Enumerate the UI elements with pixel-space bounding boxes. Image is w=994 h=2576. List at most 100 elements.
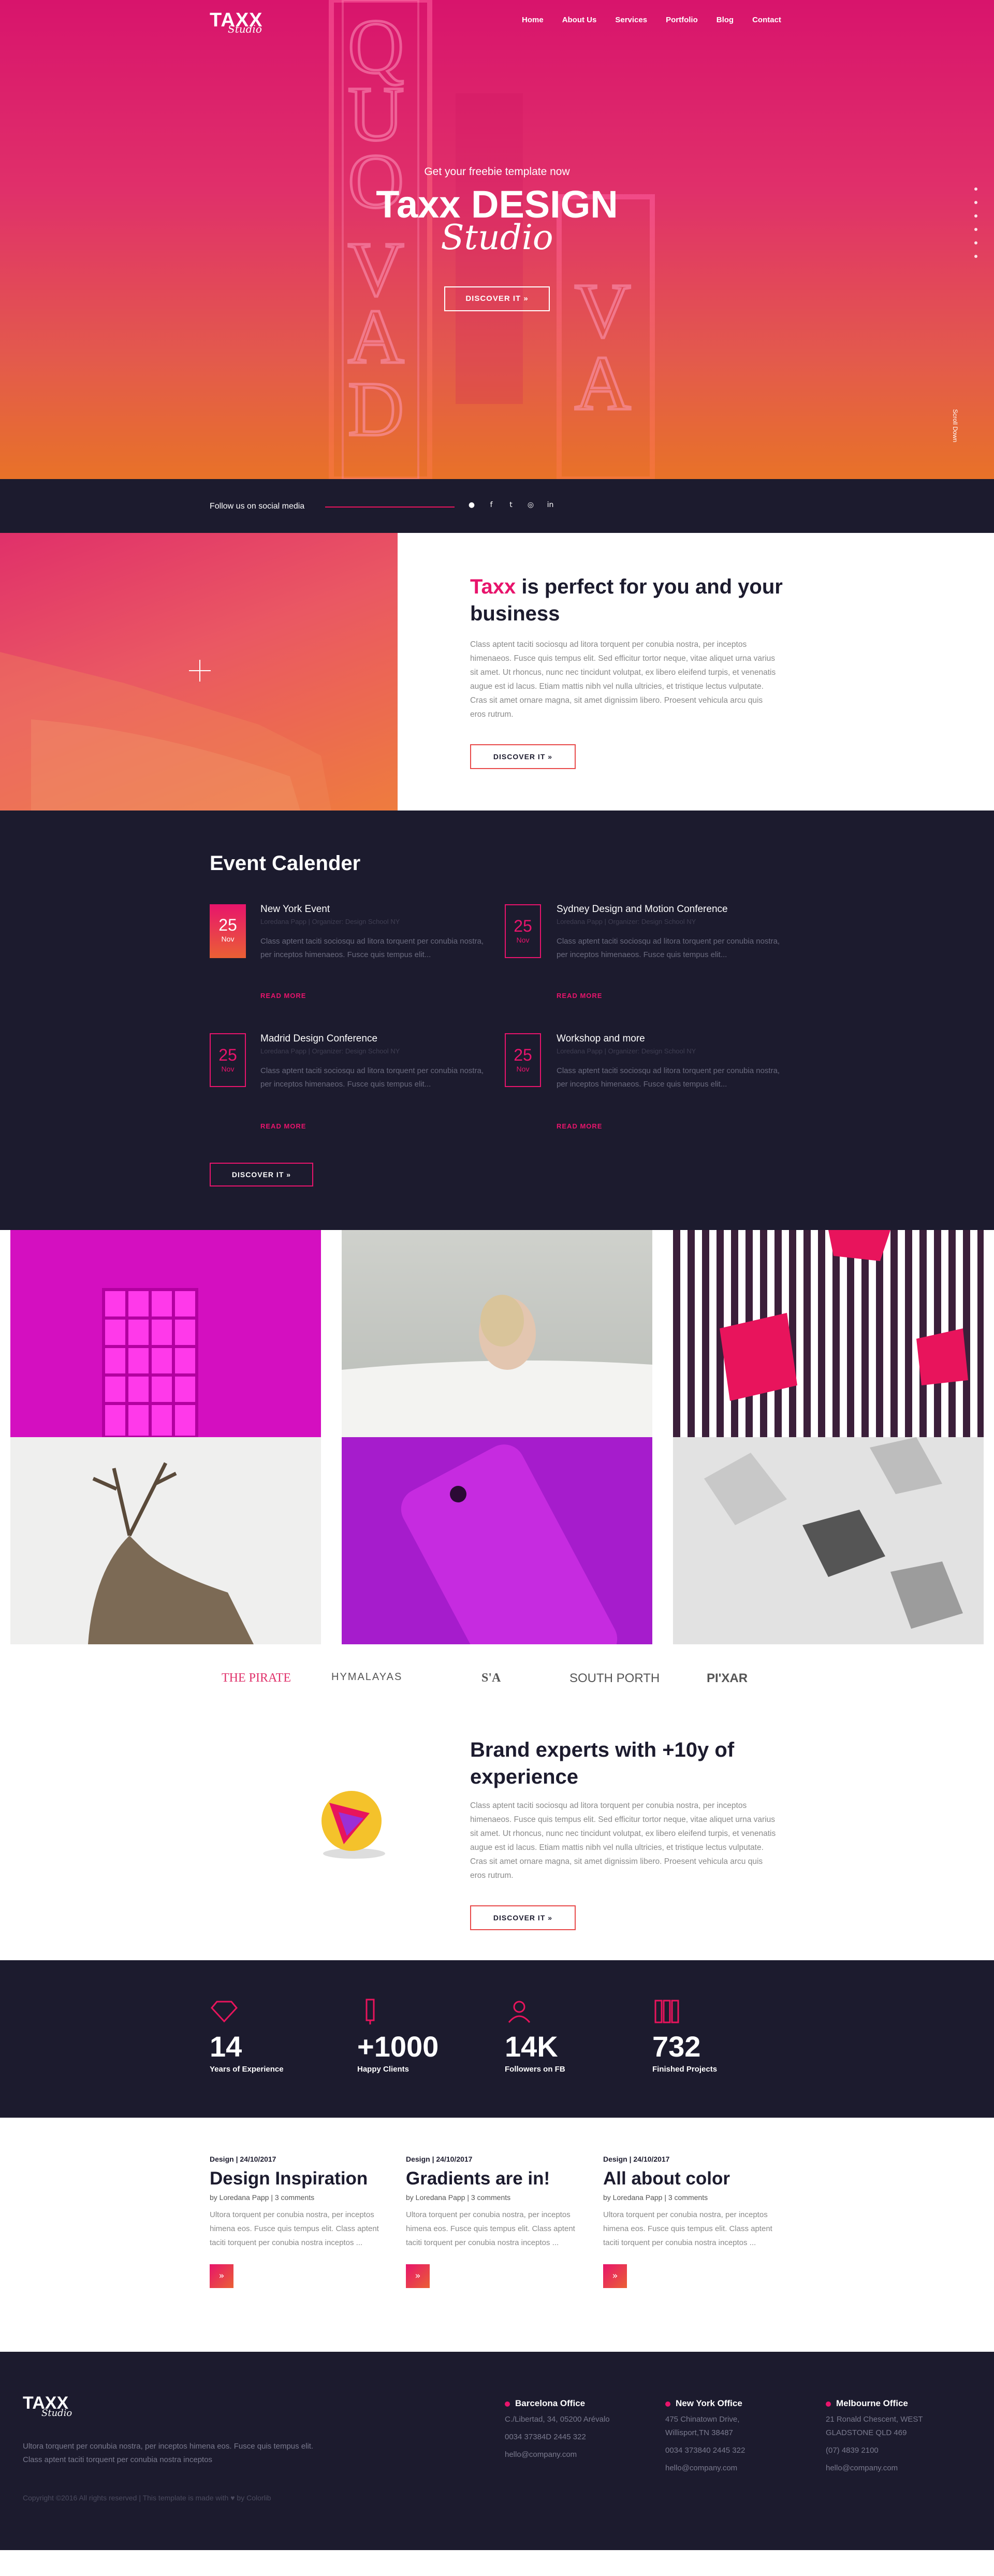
events-title: Event Calender [210, 852, 361, 875]
books-icon [654, 2000, 679, 2023]
event-title[interactable]: Workshop and more [557, 1033, 645, 1045]
events-discover-button[interactable]: DISCOVER IT » [210, 1163, 313, 1186]
footer-logo-script: Studio [41, 2408, 72, 2419]
about-title: Taxx is perfect for you and your busines… [470, 575, 783, 625]
brand-logo-pixar: PI'XAR [707, 1671, 748, 1685]
post-title[interactable]: Design Inspiration [210, 2168, 386, 2189]
brand-text: Class aptent taciti sociosqu ad litora t… [470, 1801, 776, 1880]
slider-dot[interactable] [974, 187, 977, 191]
brand-discover-label: DISCOVER IT [493, 1914, 546, 1922]
event-read-more[interactable]: READ MORE [260, 1122, 306, 1130]
pen-icon [366, 1999, 375, 2024]
about-discover-button[interactable]: DISCOVER IT » [470, 744, 576, 769]
blog-post: Design | 24/10/2017 Design Inspiration b… [210, 2155, 386, 2288]
stat-followers: 14K Followers on FB [505, 1996, 634, 2074]
event-text: Class aptent taciti sociosqu ad litora t… [557, 1066, 780, 1089]
gallery-item-stripes[interactable] [673, 1230, 984, 1437]
brand-logo-pirate: THE PIRATE [222, 1671, 291, 1685]
instagram-icon[interactable]: ◎ [527, 501, 535, 509]
event-date-badge: 25 Nov [505, 904, 541, 958]
event-title[interactable]: Sydney Design and Motion Conference [557, 904, 728, 915]
brands-section: THE PIRATE HYMALAYAS S'A SOUTH PORTH PI'… [0, 1644, 994, 1717]
brand-3d-logo [321, 1791, 385, 1859]
footer-copyright: Copyright ©2016 All rights reserved | Th… [23, 2494, 271, 2502]
nav-contact[interactable]: Contact [752, 16, 781, 24]
event-meta: Loredana Papp | Organizer: Design School… [557, 1047, 696, 1055]
read-more-button[interactable]: » [406, 2264, 430, 2288]
brand-logo-sa: S'A [481, 1671, 501, 1685]
brand-title: Brand experts with +10y of experience [470, 1739, 735, 1788]
hero-discover-label: DISCOVER IT [465, 294, 521, 303]
slider-dot[interactable] [974, 241, 977, 244]
event-date-badge: 25 Nov [210, 904, 246, 958]
gallery-item-woman[interactable] [342, 1230, 652, 1437]
nav-blog[interactable]: Blog [717, 16, 734, 24]
social-bar: Follow us on social media ● f t ◎ in [0, 479, 994, 533]
scroll-down[interactable]: Scroll Down [952, 409, 959, 451]
social-divider [325, 506, 455, 508]
stat-number: +1000 [357, 2030, 439, 2063]
nav-portfolio[interactable]: Portfolio [666, 16, 698, 24]
event-text: Class aptent taciti sociosqu ad litora t… [260, 937, 484, 959]
pinterest-icon[interactable]: ● [467, 501, 476, 509]
read-more-button[interactable]: » [603, 2264, 627, 2288]
post-excerpt: Ultora torquent per conubia nostra, per … [406, 2210, 575, 2247]
stat-projects: 732 Finished Projects [652, 1996, 782, 2074]
hero-discover-button[interactable]: DISCOVER IT » [444, 286, 550, 311]
stat-number: 14 [210, 2030, 242, 2063]
gallery-item-cubes[interactable] [673, 1437, 984, 1644]
event-title[interactable]: New York Event [260, 904, 330, 915]
read-more-button[interactable]: » [210, 2264, 233, 2288]
event-read-more[interactable]: READ MORE [557, 1122, 602, 1130]
user-icon [508, 2001, 531, 2023]
stat-label: Years of Experience [210, 2065, 284, 2074]
office-new-york: New York Office 475 Chinatown Drive, Wil… [665, 2398, 784, 2475]
slider-dots[interactable] [974, 187, 980, 268]
stat-clients: +1000 Happy Clients [357, 1996, 487, 2074]
slider-dot[interactable] [974, 201, 977, 204]
event-meta: Loredana Papp | Organizer: Design School… [260, 1047, 400, 1055]
slider-dot[interactable] [974, 214, 977, 218]
about-discover-label: DISCOVER IT [493, 752, 546, 761]
portfolio-gallery [0, 1230, 994, 1644]
post-byline: by Loredana Papp | 3 comments [210, 2193, 315, 2202]
nav-about[interactable]: About Us [562, 16, 597, 24]
event-meta: Loredana Papp | Organizer: Design School… [557, 918, 696, 925]
gallery-item-deer[interactable] [10, 1437, 321, 1644]
stat-number: 732 [652, 2030, 701, 2063]
event-title[interactable]: Madrid Design Conference [260, 1033, 377, 1045]
gallery-item-phone[interactable] [342, 1437, 652, 1644]
stat-label: Followers on FB [505, 2065, 565, 2074]
post-title[interactable]: All about color [603, 2168, 779, 2189]
stat-label: Happy Clients [357, 2065, 410, 2074]
slider-dot[interactable] [974, 228, 977, 231]
event-read-more[interactable]: READ MORE [557, 992, 602, 1000]
blog-post: Design | 24/10/2017 All about color by L… [603, 2155, 779, 2288]
footer: TAXX Studio Ultora torquent per conubia … [0, 2352, 994, 2550]
stats-section: 14 Years of Experience +1000 Happy Clients… [0, 1960, 994, 2118]
office-melbourne: Melbourne Office 21 Ronald Chescent, WES… [826, 2398, 955, 2475]
post-title[interactable]: Gradients are in! [406, 2168, 582, 2189]
brand-discover-button[interactable]: DISCOVER IT » [470, 1905, 576, 1930]
events-discover-label: DISCOVER IT [231, 1170, 284, 1179]
events-section: Event Calender 25 Nov New York Event Lore… [0, 811, 994, 1230]
slider-dot[interactable] [974, 255, 977, 258]
twitter-icon[interactable]: t [507, 501, 515, 509]
office-barcelona: Barcelona Office C./Libertad, 34, 05200 … [505, 2398, 610, 2459]
facebook-icon[interactable]: f [487, 501, 495, 509]
post-meta: Design | 24/10/2017 [603, 2155, 670, 2163]
hero-subtitle: Get your freebie template now [424, 166, 570, 178]
nav-home[interactable]: Home [522, 16, 544, 24]
nav-services[interactable]: Services [615, 16, 647, 24]
post-excerpt: Ultora torquent per conubia nostra, per … [603, 2210, 772, 2247]
event-text: Class aptent taciti sociosqu ad litora t… [260, 1066, 484, 1089]
event-read-more[interactable]: READ MORE [260, 992, 306, 1000]
gallery-item-window[interactable] [10, 1230, 321, 1437]
blog-section: Design | 24/10/2017 Design Inspiration b… [0, 2118, 994, 2352]
post-meta: Design | 24/10/2017 [406, 2155, 473, 2163]
linkedin-icon[interactable]: in [546, 501, 554, 509]
blog-post: Design | 24/10/2017 Gradients are in! by… [406, 2155, 582, 2288]
main-nav: Home About Us Services Portfolio Blog Co… [522, 16, 800, 24]
hero-script: Studio [441, 218, 553, 257]
expand-icon[interactable] [189, 660, 211, 682]
